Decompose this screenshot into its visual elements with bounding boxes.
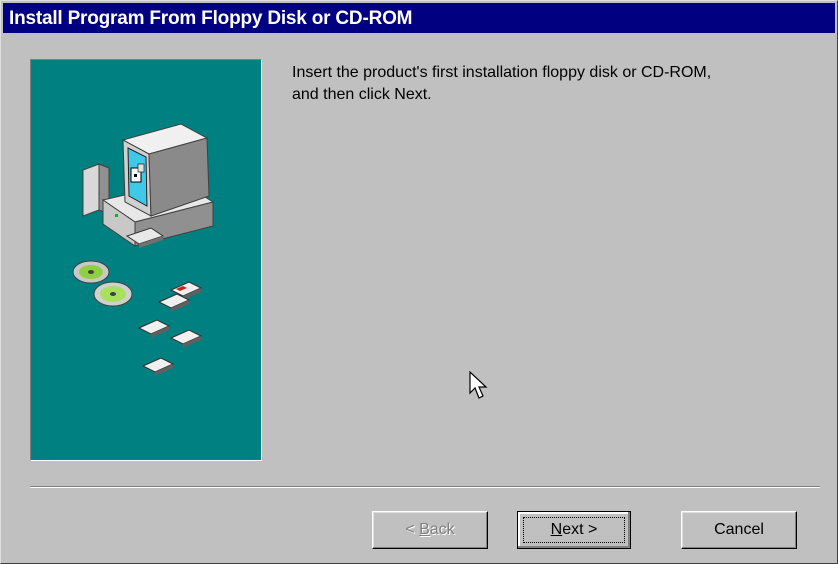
instruction-line-1: Insert the product's first installation … xyxy=(292,64,712,81)
wizard-illustration xyxy=(30,59,262,461)
focus-rectangle xyxy=(523,517,625,543)
computer-icon xyxy=(82,123,215,248)
install-program-dialog: Install Program From Floppy Disk or CD-R… xyxy=(0,0,838,564)
title-bar[interactable]: Install Program From Floppy Disk or CD-R… xyxy=(3,3,835,33)
cancel-button[interactable]: Cancel xyxy=(681,511,797,549)
back-prefix: < xyxy=(405,521,420,538)
mouse-cursor-icon xyxy=(469,371,488,399)
back-mnemonic: B xyxy=(419,521,430,538)
illustration-graphic xyxy=(72,123,215,376)
back-button[interactable]: < Back xyxy=(372,511,488,549)
next-button[interactable]: Next > xyxy=(517,511,631,549)
window-title: Install Program From Floppy Disk or CD-R… xyxy=(9,8,413,29)
back-label-rest: ack xyxy=(429,521,455,538)
cd-rom-icon xyxy=(72,260,133,307)
button-separator xyxy=(30,486,820,488)
instruction-text: Insert the product's first installation … xyxy=(292,62,812,106)
instruction-line-2: and then click Next. xyxy=(292,86,432,103)
floppy-disk-icon xyxy=(137,281,203,376)
